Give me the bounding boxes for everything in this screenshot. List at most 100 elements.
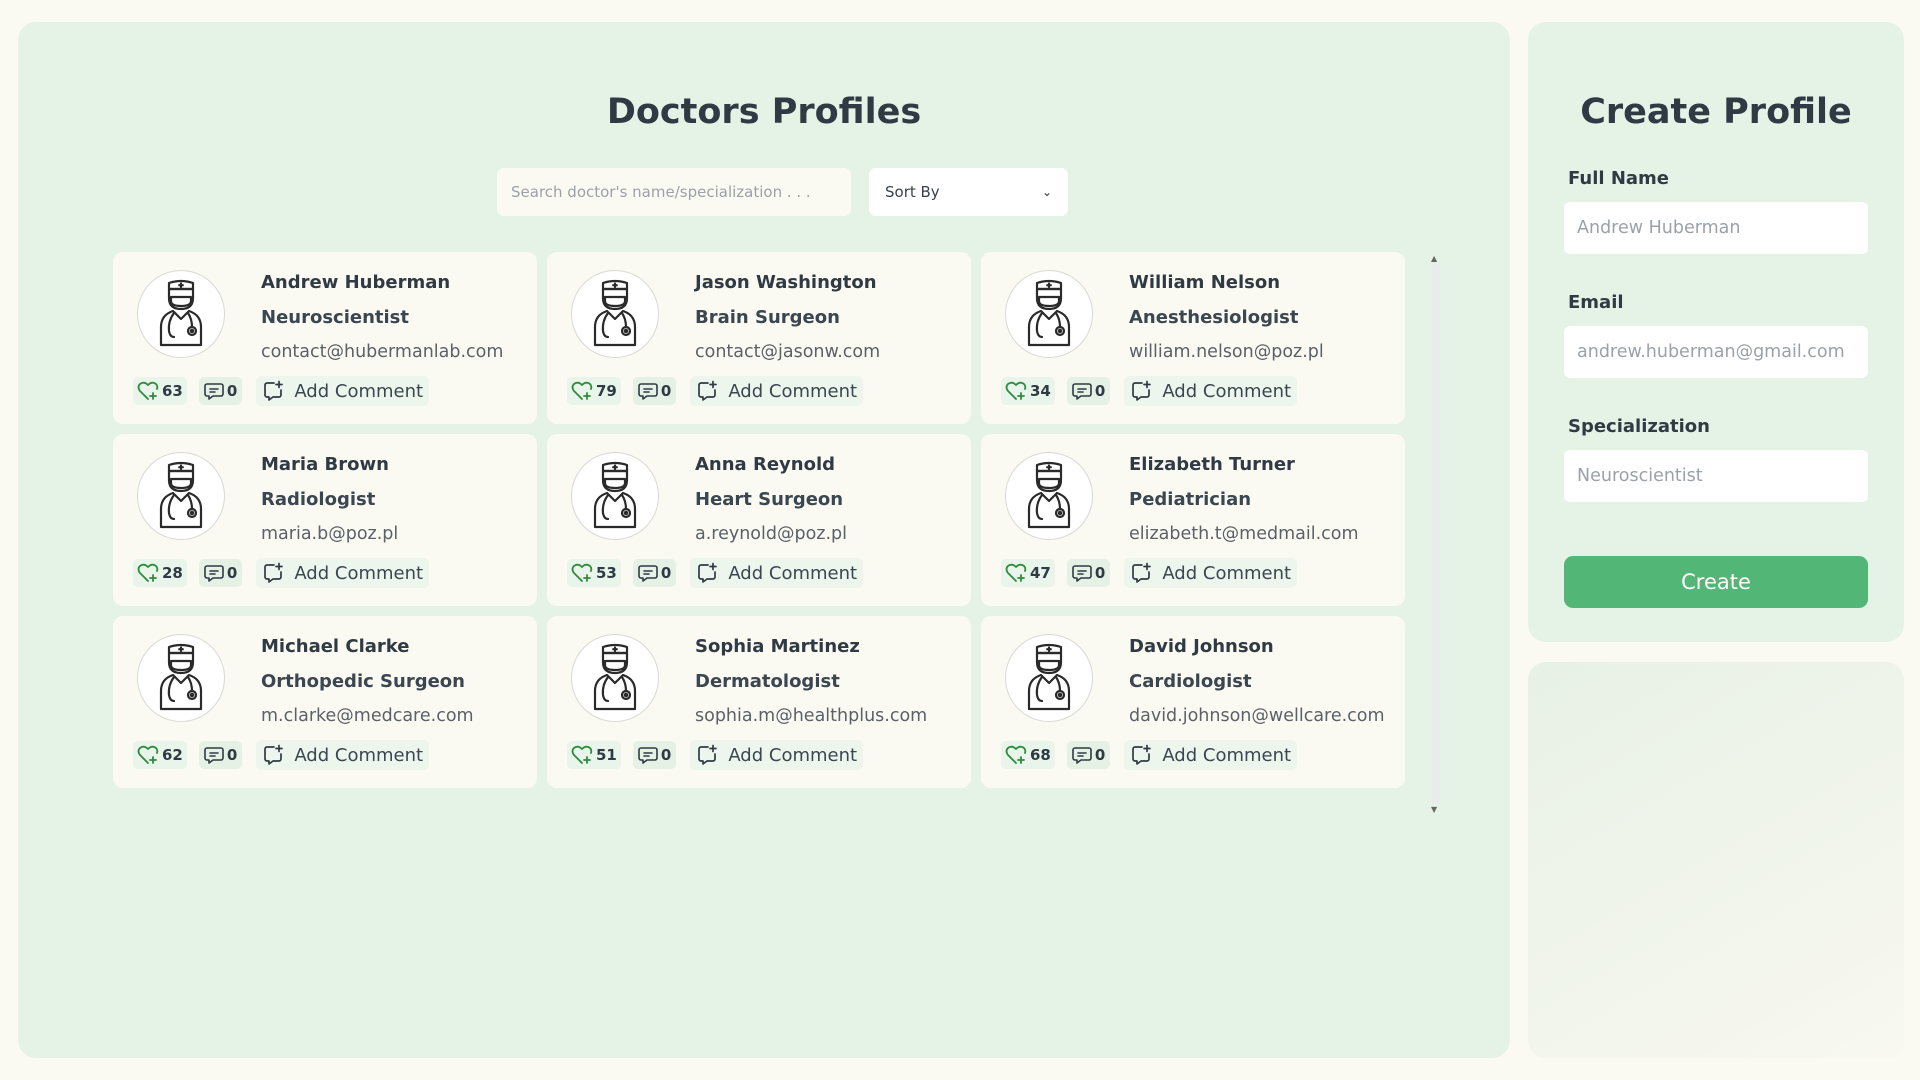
doctor-specialization: Neuroscientist (261, 307, 409, 328)
doctor-email[interactable]: maria.b@poz.pl (261, 524, 398, 544)
doctor-name: Michael Clarke (261, 636, 410, 657)
add-comment-button[interactable]: Add Comment (690, 376, 864, 406)
doctor-specialization: Cardiologist (1129, 671, 1252, 692)
likes-count: 68 (1030, 746, 1051, 764)
doctor-specialization: Heart Surgeon (695, 489, 844, 510)
doctor-icon (1005, 452, 1093, 540)
comment-icon (204, 383, 224, 400)
likes-button[interactable]: 53 (567, 559, 621, 587)
doctor-email[interactable]: m.clarke@medcare.com (261, 706, 474, 726)
doctors-profiles-panel: Doctors Profiles Sort By ⌄ Andrew Huberm… (18, 22, 1510, 1058)
doctor-card: Maria Brown Radiologist maria.b@poz.pl 2… (113, 434, 537, 606)
comments-button[interactable]: 0 (632, 377, 677, 405)
likes-button[interactable]: 63 (133, 377, 187, 405)
specialization-label: Specialization (1568, 416, 1710, 437)
comment-icon (638, 565, 658, 582)
add-comment-label: Add Comment (294, 744, 424, 766)
likes-count: 79 (596, 382, 617, 400)
add-comment-button[interactable]: Add Comment (1124, 558, 1298, 588)
doctor-email[interactable]: william.nelson@poz.pl (1129, 342, 1324, 362)
likes-count: 47 (1030, 564, 1051, 582)
scroll-up-arrow[interactable]: ▲ (1431, 254, 1437, 263)
create-button[interactable]: Create (1564, 556, 1868, 608)
add-comment-button[interactable]: Add Comment (690, 740, 864, 770)
add-comment-icon (264, 744, 284, 765)
add-comment-icon (264, 562, 284, 583)
comment-icon (1072, 747, 1092, 764)
comments-button[interactable]: 0 (632, 559, 677, 587)
card-actions: 63 0 Add Comment (133, 376, 430, 406)
doctor-email[interactable]: contact@jasonw.com (695, 342, 880, 362)
scrollbar[interactable]: ▲ ▼ (1429, 254, 1443, 814)
doctor-specialization: Pediatrician (1129, 489, 1252, 510)
doctor-name: Maria Brown (261, 454, 389, 475)
doctor-card: David Johnson Cardiologist david.johnson… (981, 616, 1405, 788)
scroll-down-arrow[interactable]: ▼ (1431, 805, 1437, 814)
card-actions: 51 0 Add Comment (567, 740, 864, 770)
comments-button[interactable]: 0 (1066, 559, 1111, 587)
add-comment-button[interactable]: Add Comment (256, 376, 430, 406)
comments-count: 0 (226, 382, 238, 400)
heart-plus-icon (571, 381, 593, 400)
doctor-email[interactable]: contact@hubermanlab.com (261, 342, 503, 362)
create-profile-title: Create Profile (1580, 92, 1852, 132)
likes-button[interactable]: 79 (567, 377, 621, 405)
add-comment-icon (264, 380, 284, 401)
likes-button[interactable]: 62 (133, 741, 187, 769)
specialization-field[interactable] (1564, 450, 1868, 502)
comments-button[interactable]: 0 (632, 741, 677, 769)
empty-panel (1528, 662, 1904, 1058)
doctor-specialization: Brain Surgeon (695, 307, 840, 328)
add-comment-button[interactable]: Add Comment (256, 740, 430, 770)
card-actions: 28 0 Add Comment (133, 558, 430, 588)
chevron-down-icon: ⌄ (1041, 185, 1052, 199)
doctor-email[interactable]: a.reynold@poz.pl (695, 524, 847, 544)
doctor-email[interactable]: sophia.m@healthplus.com (695, 706, 927, 726)
likes-button[interactable]: 47 (1001, 559, 1055, 587)
heart-plus-icon (1005, 745, 1027, 764)
comments-count: 0 (226, 746, 238, 764)
comment-icon (204, 747, 224, 764)
card-actions: 79 0 Add Comment (567, 376, 864, 406)
heart-plus-icon (137, 745, 159, 764)
email-label: Email (1568, 292, 1624, 313)
scrollbar-thumb[interactable] (1432, 264, 1440, 804)
doctor-email[interactable]: elizabeth.t@medmail.com (1129, 524, 1359, 544)
comments-count: 0 (1094, 564, 1106, 582)
comments-count: 0 (660, 564, 672, 582)
likes-button[interactable]: 51 (567, 741, 621, 769)
add-comment-label: Add Comment (728, 562, 858, 584)
doctor-name: Anna Reynold (695, 454, 836, 475)
comments-button[interactable]: 0 (198, 559, 243, 587)
search-input[interactable] (497, 168, 851, 216)
likes-count: 63 (162, 382, 183, 400)
doctor-specialization: Dermatologist (695, 671, 840, 692)
comments-button[interactable]: 0 (198, 741, 243, 769)
add-comment-button[interactable]: Add Comment (1124, 376, 1298, 406)
email-field[interactable] (1564, 326, 1868, 378)
create-profile-panel: Create Profile Full Name Email Specializ… (1528, 22, 1904, 642)
doctor-email[interactable]: david.johnson@wellcare.com (1129, 706, 1385, 726)
comments-button[interactable]: 0 (1066, 377, 1111, 405)
sort-select[interactable]: Sort By ⌄ (869, 168, 1068, 216)
comment-icon (1072, 565, 1092, 582)
doctor-icon (571, 452, 659, 540)
likes-button[interactable]: 34 (1001, 377, 1055, 405)
doctor-icon (571, 270, 659, 358)
add-comment-button[interactable]: Add Comment (690, 558, 864, 588)
likes-button[interactable]: 28 (133, 559, 187, 587)
comments-button[interactable]: 0 (198, 377, 243, 405)
add-comment-button[interactable]: Add Comment (256, 558, 430, 588)
comments-count: 0 (226, 564, 238, 582)
full-name-label: Full Name (1568, 168, 1669, 189)
comments-count: 0 (660, 746, 672, 764)
doctor-specialization: Radiologist (261, 489, 376, 510)
comment-icon (204, 565, 224, 582)
comments-button[interactable]: 0 (1066, 741, 1111, 769)
likes-button[interactable]: 68 (1001, 741, 1055, 769)
heart-plus-icon (571, 563, 593, 582)
add-comment-button[interactable]: Add Comment (1124, 740, 1298, 770)
full-name-field[interactable] (1564, 202, 1868, 254)
doctor-card: Michael Clarke Orthopedic Surgeon m.clar… (113, 616, 537, 788)
comments-count: 0 (1094, 746, 1106, 764)
